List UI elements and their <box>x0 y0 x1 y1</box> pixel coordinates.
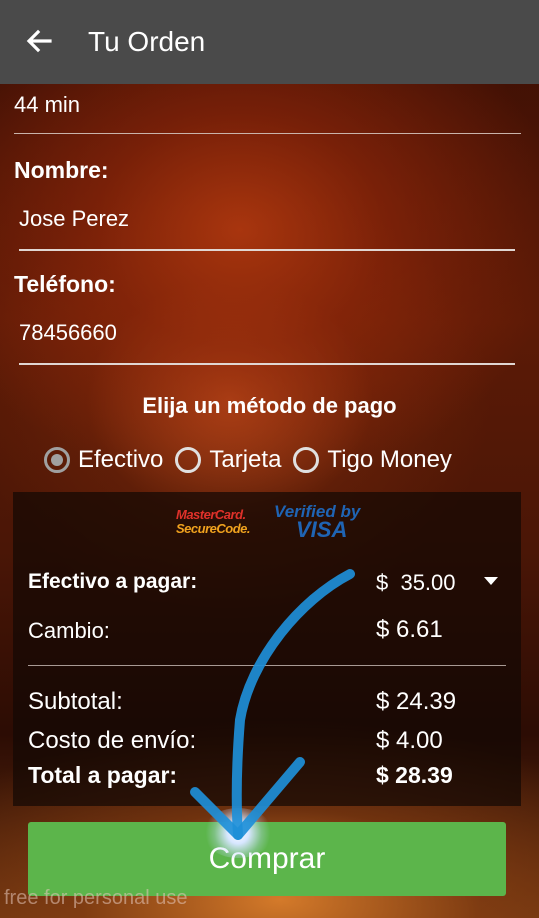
subtotal-label: Subtotal: <box>28 688 123 715</box>
radio-efectivo[interactable]: Efectivo <box>44 446 163 474</box>
divider <box>14 133 521 134</box>
radio-label: Tarjeta <box>209 446 282 473</box>
total-value: $ 28.39 <box>376 762 453 788</box>
name-field[interactable]: Jose Perez <box>19 206 515 232</box>
radio-checked-icon <box>44 447 70 473</box>
mastercard-text: MasterCard. <box>176 507 246 522</box>
watermark: free for personal use <box>4 887 188 909</box>
radio-unchecked-icon <box>175 447 202 473</box>
shipping-value: $ 4.00 <box>376 727 443 754</box>
visa-text: VISA <box>296 517 348 542</box>
radio-unchecked-icon <box>293 447 320 473</box>
page-title: Tu Orden <box>88 26 206 57</box>
shipping-label: Costo de envío: <box>28 727 197 754</box>
phone-label: Teléfono: <box>14 271 116 297</box>
app-bar: Tu Orden <box>0 0 539 84</box>
arrow-left-icon[interactable] <box>24 26 54 56</box>
mastercard-securecode-logo: MasterCard. SecureCode. <box>176 508 250 536</box>
radio-tarjeta[interactable]: Tarjeta <box>175 446 281 474</box>
radio-label: Efectivo <box>78 446 164 473</box>
chevron-down-icon[interactable] <box>484 577 498 585</box>
radio-label: Tigo Money <box>327 446 452 473</box>
phone-field[interactable]: 78456660 <box>19 320 515 346</box>
change-label: Cambio: <box>28 618 110 643</box>
radio-tigo-money[interactable]: Tigo Money <box>293 446 452 474</box>
phone-field-underline <box>19 363 515 365</box>
name-label: Nombre: <box>14 157 109 183</box>
cash-amount-select[interactable]: $ 35.00 <box>376 570 456 596</box>
securecode-text: SecureCode. <box>176 521 250 536</box>
tap-highlight <box>203 808 273 858</box>
divider <box>28 665 506 666</box>
verified-by-visa-logo: Verified by VISA <box>274 503 360 542</box>
payment-summary-panel <box>13 492 521 806</box>
payment-heading: Elija un método de pago <box>142 393 397 418</box>
change-value: $ 6.61 <box>376 616 443 643</box>
subtotal-value: $ 24.39 <box>376 688 457 715</box>
payment-method-group: Efectivo Tarjeta Tigo Money <box>44 446 464 474</box>
delivery-time: 44 min <box>14 92 81 117</box>
name-field-underline <box>19 249 515 251</box>
total-label: Total a pagar: <box>28 762 178 788</box>
cash-label: Efectivo a pagar: <box>28 570 198 593</box>
